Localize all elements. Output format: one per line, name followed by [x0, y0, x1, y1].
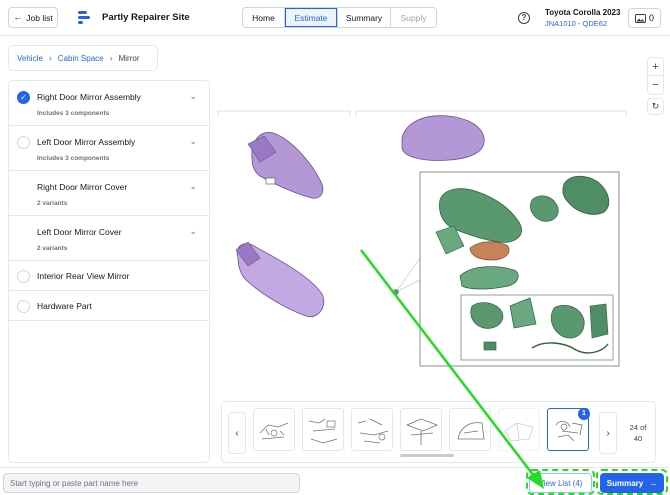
radio-circle-icon[interactable] [17, 136, 30, 149]
tab-summary[interactable]: Summary [338, 8, 391, 27]
check-icon[interactable]: ✓ [17, 91, 30, 104]
tab-home[interactable]: Home [243, 8, 285, 27]
part-subtitle: Includes 3 components [37, 155, 110, 162]
interior-mirror-lower[interactable] [235, 241, 325, 318]
vehicle-code[interactable]: JNA1010 - QDE62 [545, 19, 607, 28]
part-search-input[interactable] [3, 473, 300, 493]
part-name: Interior Rear View Mirror [37, 271, 130, 281]
breadcrumb-current: Mirror [118, 53, 140, 63]
main-tabs: Home Estimate Summary Supply [242, 7, 437, 28]
radio-circle-icon[interactable] [17, 300, 30, 313]
thumbnail-scrollbar[interactable] [400, 454, 454, 457]
images-button[interactable]: 0 [628, 8, 661, 28]
chevron-down-icon[interactable]: ⌄ [189, 226, 197, 237]
job-list-button[interactable]: ← Job list [8, 7, 58, 28]
part-item-interior-rear-view-mirror[interactable]: Interior Rear View Mirror [9, 261, 209, 291]
chevron-down-icon[interactable]: ⌄ [189, 91, 197, 102]
vehicle-name: Toyota Corolla 2023 [545, 8, 621, 17]
diagram-page-count: 24 of 40 [623, 422, 653, 444]
radio-circle-icon[interactable] [17, 270, 30, 283]
chevron-right-icon[interactable]: › [599, 412, 617, 454]
chevron-left-icon[interactable]: ‹ [228, 412, 246, 454]
part-name: Hardware Part [37, 301, 92, 311]
chevron-down-icon[interactable]: ⌄ [189, 181, 197, 192]
page-total: 40 [633, 434, 643, 443]
part-item-right-door-mirror-assembly[interactable]: ✓ Right Door Mirror Assembly Includes 3 … [9, 81, 209, 126]
help-icon[interactable]: ? [518, 12, 530, 24]
zoom-controls: + − [647, 57, 664, 95]
highlight-summary [596, 469, 668, 495]
mirror-cover[interactable] [401, 115, 485, 161]
mirror-glass-part[interactable] [469, 241, 510, 261]
images-count: 0 [648, 13, 654, 23]
part-name: Left Door Mirror Assembly [37, 137, 136, 147]
chevron-right-icon: › [109, 53, 113, 63]
part-item-left-door-mirror-cover[interactable]: Left Door Mirror Cover 2 variants ⌄ [9, 216, 209, 261]
page-current: 24 of [629, 423, 647, 432]
door-mirror-assembly[interactable] [435, 175, 610, 354]
diagram-thumbnail-strip: ‹ › 24 of 40 [221, 401, 656, 463]
highlight-view-list [526, 469, 595, 495]
image-icon [634, 13, 646, 23]
part-subtitle: 2 variants [37, 245, 68, 252]
part-item-left-door-mirror-assembly[interactable]: Left Door Mirror Assembly Includes 3 com… [9, 126, 209, 171]
diagram-thumbnail[interactable] [400, 408, 442, 451]
part-subtitle: Includes 3 components [37, 110, 110, 117]
part-item-hardware-part[interactable]: Hardware Part [9, 291, 209, 321]
tab-estimate[interactable]: Estimate [285, 8, 338, 27]
part-name: Right Door Mirror Assembly [37, 92, 141, 102]
diagram-thumbnail[interactable] [449, 408, 491, 451]
tab-supply[interactable]: Supply [391, 8, 436, 27]
diagram-thumbnail[interactable] [498, 408, 540, 451]
part-list: ✓ Right Door Mirror Assembly Includes 3 … [8, 80, 210, 463]
zoom-in-icon[interactable]: + [648, 58, 663, 76]
part-item-right-door-mirror-cover[interactable]: Right Door Mirror Cover 2 variants ⌄ [9, 171, 209, 216]
zoom-out-icon[interactable]: − [648, 76, 663, 94]
chevron-right-icon: › [48, 53, 52, 63]
job-list-label: Job list [26, 12, 53, 23]
diagram-thumbnail[interactable] [351, 408, 393, 451]
breadcrumb-vehicle[interactable]: Vehicle [17, 54, 43, 63]
partly-logo-icon [78, 11, 90, 24]
top-header: ← Job list Partly Repairer Site Home Est… [0, 0, 670, 36]
parts-diagram[interactable] [214, 80, 630, 400]
part-name: Left Door Mirror Cover [37, 227, 122, 237]
breadcrumb-cabin-space[interactable]: Cabin Space [58, 54, 104, 63]
reset-view-icon[interactable]: ↻ [647, 98, 664, 115]
diagram-thumbnail[interactable] [302, 408, 344, 451]
chevron-down-icon[interactable]: ⌄ [189, 136, 197, 147]
thumbnail-selected-badge: 1 [578, 408, 590, 420]
breadcrumb: Vehicle › Cabin Space › Mirror [8, 45, 158, 71]
arrow-left-icon: ← [13, 12, 23, 22]
diagram-thumbnail[interactable] [253, 408, 295, 451]
part-subtitle: 2 variants [37, 200, 68, 207]
part-name: Right Door Mirror Cover [37, 182, 128, 192]
site-name: Partly Repairer Site [102, 12, 190, 23]
interior-mirror-upper[interactable] [247, 132, 324, 199]
